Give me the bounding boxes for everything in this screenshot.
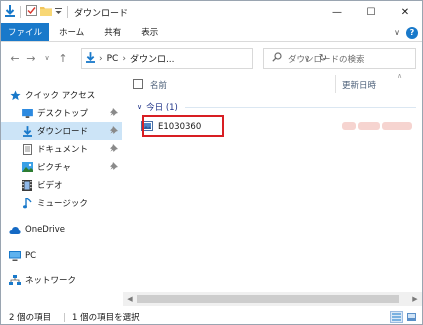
- recent-locations-button[interactable]: ∨: [39, 48, 55, 68]
- customize-toolbar-icon[interactable]: [55, 7, 62, 18]
- blurred-text: [358, 122, 380, 130]
- download-arrow-icon: [86, 51, 95, 66]
- sidebar-item-pictures[interactable]: ピクチャ: [1, 158, 122, 176]
- highlight-annotation-box: [142, 115, 224, 137]
- search-input[interactable]: ダウンロードの検索: [263, 48, 416, 69]
- scroll-left-button[interactable]: ◀: [123, 292, 137, 306]
- address-bar[interactable]: › PC › ダウンロ... ∨ ↻: [81, 48, 327, 69]
- computer-icon: [9, 250, 21, 262]
- sort-indicator-icon: ∧: [397, 72, 403, 80]
- download-arrow-icon: [5, 4, 15, 20]
- up-button[interactable]: ↑: [55, 48, 71, 68]
- group-divider: [185, 107, 416, 108]
- sidebar-item-desktop[interactable]: デスクトップ: [1, 104, 122, 122]
- pin-icon: [110, 162, 118, 172]
- star-icon: [9, 89, 21, 101]
- toolbar-separator: [20, 6, 21, 18]
- close-button[interactable]: ✕: [388, 1, 422, 23]
- help-icon[interactable]: ?: [406, 26, 418, 39]
- pin-icon: [110, 126, 118, 136]
- sidebar-item-label: ピクチャ: [37, 163, 71, 173]
- search-icon: [272, 52, 282, 65]
- new-folder-icon[interactable]: [40, 5, 52, 19]
- forward-button[interactable]: →: [23, 48, 39, 68]
- navigation-bar: ← → ∨ ↑ › PC › ダウンロ... ∨ ↻ ダウンロードの検索: [1, 43, 422, 73]
- status-separator: [64, 313, 65, 322]
- title-bar: ダウンロード — ☐ ✕: [1, 1, 422, 23]
- column-header-date-modified[interactable]: 更新日時: [342, 79, 376, 91]
- ribbon-right-controls: ∨ ?: [394, 25, 418, 40]
- window-controls: — ☐ ✕: [320, 1, 422, 23]
- selection-count: 1 個の項目を選択: [72, 313, 140, 323]
- maximize-button[interactable]: ☐: [354, 1, 388, 23]
- breadcrumb-separator: ›: [122, 53, 126, 64]
- sidebar-item-label: ビデオ: [37, 181, 63, 191]
- sidebar-item-videos[interactable]: ビデオ: [1, 176, 122, 194]
- sidebar-item-music[interactable]: ミュージック: [1, 194, 122, 212]
- sidebar-item-label: OneDrive: [25, 225, 65, 235]
- picture-icon: [21, 161, 33, 173]
- sidebar-item-documents[interactable]: ドキュメント: [1, 140, 122, 158]
- chevron-down-icon[interactable]: ∨: [137, 103, 142, 111]
- sidebar-item-network[interactable]: ネットワーク: [1, 271, 122, 289]
- column-header-name[interactable]: 名前: [150, 79, 167, 91]
- status-bar: 2 個の項目 1 個の項目を選択: [1, 309, 422, 325]
- large-icons-view-button[interactable]: [405, 311, 418, 323]
- breadcrumb-separator: ›: [99, 53, 103, 64]
- sidebar-item-quick-access[interactable]: クイック アクセス: [1, 86, 122, 104]
- window-title: ダウンロード: [74, 8, 129, 19]
- tab-file[interactable]: ファイル: [1, 23, 50, 41]
- sidebar-item-label: デスクトップ: [37, 109, 89, 119]
- pin-icon: [110, 144, 118, 154]
- group-label: 今日 (1): [146, 103, 178, 113]
- ribbon-tabs: ファイル ホーム 共有 表示 ∨ ?: [1, 23, 422, 42]
- expand-ribbon-icon[interactable]: ∨: [394, 28, 400, 37]
- file-date-modified-blurred: [342, 122, 414, 132]
- select-all-checkbox[interactable]: [133, 79, 143, 89]
- item-count: 2 個の項目: [9, 313, 52, 323]
- properties-checklist-icon[interactable]: [26, 5, 37, 19]
- column-divider[interactable]: [335, 75, 336, 93]
- tab-home[interactable]: ホーム: [49, 23, 94, 41]
- scrollbar-thumb[interactable]: [137, 295, 399, 303]
- tab-view[interactable]: 表示: [131, 23, 168, 41]
- view-mode-buttons: [390, 311, 418, 323]
- desktop-icon: [21, 107, 33, 119]
- tab-share[interactable]: 共有: [94, 23, 131, 41]
- quick-access-toolbar: [1, 1, 70, 23]
- blurred-text: [342, 122, 356, 130]
- sidebar-item-downloads[interactable]: ダウンロード: [1, 122, 122, 140]
- sidebar-item-label: ダウンロード: [37, 127, 89, 137]
- toolbar-separator: [67, 6, 68, 18]
- blurred-text: [382, 122, 412, 130]
- search-placeholder: ダウンロードの検索: [288, 54, 365, 65]
- download-arrow-icon: [21, 125, 33, 137]
- document-icon: [21, 143, 33, 155]
- scroll-right-button[interactable]: ▶: [408, 292, 422, 306]
- sidebar-item-label: ネットワーク: [25, 276, 77, 286]
- sidebar-item-onedrive[interactable]: OneDrive: [1, 221, 122, 239]
- sidebar-item-label: PC: [25, 251, 37, 261]
- column-header-row: 名前 ∧ 更新日時: [123, 72, 422, 95]
- group-header-today[interactable]: ∨ 今日 (1): [137, 101, 178, 113]
- sidebar-item-label: ドキュメント: [37, 145, 89, 155]
- sidebar-item-label: ミュージック: [37, 199, 88, 209]
- details-view-button[interactable]: [390, 311, 403, 323]
- cloud-icon: [9, 224, 21, 236]
- explorer-window: ダウンロード — ☐ ✕ ファイル ホーム 共有 表示 ∨ ? ← → ∨ ↑ …: [0, 0, 423, 325]
- sidebar-item-pc[interactable]: PC: [1, 247, 122, 265]
- back-button[interactable]: ←: [7, 48, 23, 68]
- music-note-icon: [21, 197, 33, 209]
- film-icon: [21, 179, 33, 191]
- network-icon: [9, 274, 21, 286]
- file-list-pane: 名前 ∧ 更新日時 ∨ 今日 (1) E1030360: [123, 72, 422, 309]
- breadcrumb-pc[interactable]: PC: [107, 54, 119, 64]
- breadcrumb-downloads[interactable]: ダウンロ...: [130, 52, 175, 65]
- minimize-button[interactable]: —: [320, 1, 354, 23]
- navigation-pane: クイック アクセス デスクトップ ダウンロード ドキュメント ピクチャ ビデオ …: [1, 77, 122, 309]
- horizontal-scrollbar[interactable]: ◀ ▶: [123, 292, 422, 306]
- sidebar-item-label: クイック アクセス: [25, 91, 96, 101]
- pin-icon: [110, 108, 118, 118]
